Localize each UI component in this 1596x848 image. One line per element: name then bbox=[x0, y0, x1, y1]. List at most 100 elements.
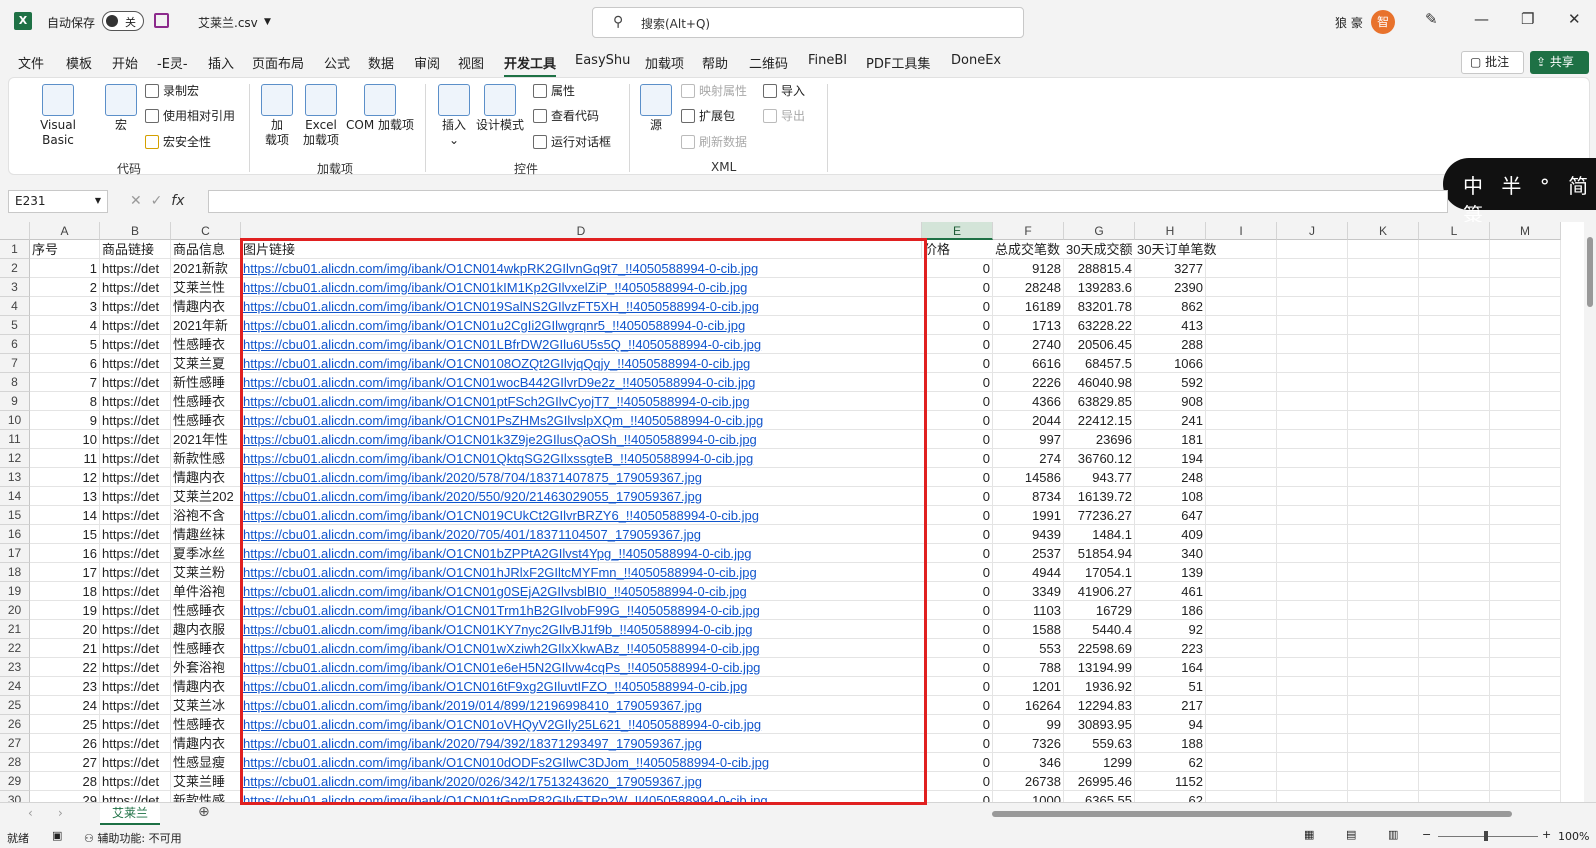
table-cell[interactable]: 862 bbox=[1135, 297, 1206, 316]
table-cell[interactable]: 62 bbox=[1135, 791, 1206, 802]
table-cell[interactable]: 16729 bbox=[1064, 601, 1135, 620]
empty-cell[interactable] bbox=[1206, 753, 1277, 772]
table-cell[interactable]: 6 bbox=[30, 354, 100, 373]
empty-cell[interactable] bbox=[1419, 316, 1490, 335]
row-header[interactable]: 6 bbox=[0, 335, 30, 354]
table-cell[interactable]: https://det bbox=[100, 392, 171, 411]
empty-cell[interactable] bbox=[1490, 468, 1561, 487]
table-cell[interactable]: 68457.5 bbox=[1064, 354, 1135, 373]
restore-icon[interactable]: ❐ bbox=[1521, 10, 1534, 28]
table-cell[interactable]: 0 bbox=[922, 487, 993, 506]
table-cell[interactable]: 1066 bbox=[1135, 354, 1206, 373]
empty-cell[interactable] bbox=[1419, 278, 1490, 297]
header-cell[interactable]: 商品链接 bbox=[100, 240, 171, 259]
row-header[interactable]: 26 bbox=[0, 715, 30, 734]
table-cell[interactable]: 0 bbox=[922, 734, 993, 753]
table-cell[interactable]: 41906.27 bbox=[1064, 582, 1135, 601]
table-cell[interactable]: 20 bbox=[30, 620, 100, 639]
table-cell[interactable]: 1103 bbox=[993, 601, 1064, 620]
empty-cell[interactable] bbox=[1206, 715, 1277, 734]
table-cell[interactable]: https://det bbox=[100, 563, 171, 582]
empty-cell[interactable] bbox=[1348, 791, 1419, 802]
empty-cell[interactable] bbox=[1277, 658, 1348, 677]
column-header-d[interactable]: D bbox=[241, 222, 922, 240]
row-header[interactable]: 16 bbox=[0, 525, 30, 544]
tab-qrcode[interactable]: 二维码 bbox=[749, 53, 788, 72]
table-cell[interactable]: 16264 bbox=[993, 696, 1064, 715]
empty-cell[interactable] bbox=[1206, 297, 1277, 316]
empty-cell[interactable] bbox=[1206, 620, 1277, 639]
empty-cell[interactable] bbox=[1277, 240, 1348, 259]
table-cell[interactable]: 30893.95 bbox=[1064, 715, 1135, 734]
empty-cell[interactable] bbox=[1419, 430, 1490, 449]
empty-cell[interactable] bbox=[1419, 639, 1490, 658]
tab-template[interactable]: 模板 bbox=[66, 53, 92, 72]
row-header[interactable]: 19 bbox=[0, 582, 30, 601]
close-icon[interactable]: ✕ bbox=[1568, 10, 1581, 28]
empty-cell[interactable] bbox=[1490, 753, 1561, 772]
table-cell[interactable]: 22412.15 bbox=[1064, 411, 1135, 430]
image-link-cell[interactable]: https://cbu01.alicdn.com/img/ibank/O1CN0… bbox=[241, 354, 922, 373]
add-sheet-icon[interactable]: ⊕ bbox=[198, 804, 210, 820]
empty-cell[interactable] bbox=[1348, 601, 1419, 620]
image-link-cell[interactable]: https://cbu01.alicdn.com/img/ibank/O1CN0… bbox=[241, 677, 922, 696]
image-link-cell[interactable]: https://cbu01.alicdn.com/img/ibank/2020/… bbox=[241, 734, 922, 753]
empty-cell[interactable] bbox=[1206, 316, 1277, 335]
table-cell[interactable]: 1991 bbox=[993, 506, 1064, 525]
table-cell[interactable]: 情趣内衣 bbox=[171, 677, 241, 696]
table-cell[interactable]: 51854.94 bbox=[1064, 544, 1135, 563]
empty-cell[interactable] bbox=[1277, 734, 1348, 753]
table-cell[interactable]: 288 bbox=[1135, 335, 1206, 354]
expansion-packs-button[interactable]: 扩展包 bbox=[681, 109, 735, 124]
table-cell[interactable]: 2 bbox=[30, 278, 100, 297]
table-cell[interactable]: 26995.46 bbox=[1064, 772, 1135, 791]
table-cell[interactable]: 94 bbox=[1135, 715, 1206, 734]
empty-cell[interactable] bbox=[1419, 620, 1490, 639]
table-cell[interactable]: 21 bbox=[30, 639, 100, 658]
table-cell[interactable]: 情趣内衣 bbox=[171, 468, 241, 487]
empty-cell[interactable] bbox=[1206, 525, 1277, 544]
table-cell[interactable]: 0 bbox=[922, 354, 993, 373]
empty-cell[interactable] bbox=[1277, 449, 1348, 468]
table-cell[interactable]: 340 bbox=[1135, 544, 1206, 563]
table-cell[interactable]: 2021年新 bbox=[171, 316, 241, 335]
tab-help[interactable]: 帮助 bbox=[702, 53, 728, 72]
empty-cell[interactable] bbox=[1348, 373, 1419, 392]
import-button[interactable]: 导入 bbox=[763, 84, 805, 99]
empty-cell[interactable] bbox=[1490, 354, 1561, 373]
table-cell[interactable]: 艾莱兰夏 bbox=[171, 354, 241, 373]
empty-cell[interactable] bbox=[1419, 392, 1490, 411]
empty-cell[interactable] bbox=[1348, 544, 1419, 563]
image-link-cell[interactable]: https://cbu01.alicdn.com/img/ibank/O1CN0… bbox=[241, 715, 922, 734]
tab-page-layout[interactable]: 页面布局 bbox=[252, 53, 304, 72]
table-cell[interactable]: 99 bbox=[993, 715, 1064, 734]
empty-cell[interactable] bbox=[1348, 297, 1419, 316]
table-cell[interactable]: 346 bbox=[993, 753, 1064, 772]
table-cell[interactable]: https://det bbox=[100, 449, 171, 468]
table-cell[interactable]: 性感睡衣 bbox=[171, 411, 241, 430]
table-cell[interactable]: 1201 bbox=[993, 677, 1064, 696]
minimize-icon[interactable]: — bbox=[1474, 10, 1489, 28]
table-cell[interactable]: 6616 bbox=[993, 354, 1064, 373]
table-cell[interactable]: 1 bbox=[30, 259, 100, 278]
empty-cell[interactable] bbox=[1419, 411, 1490, 430]
empty-cell[interactable] bbox=[1348, 487, 1419, 506]
row-header[interactable]: 21 bbox=[0, 620, 30, 639]
empty-cell[interactable] bbox=[1490, 373, 1561, 392]
header-cell[interactable]: 30天订单笔数 bbox=[1135, 240, 1216, 259]
row-header[interactable]: 28 bbox=[0, 753, 30, 772]
image-link-cell[interactable]: https://cbu01.alicdn.com/img/ibank/O1CN0… bbox=[241, 753, 922, 772]
empty-cell[interactable] bbox=[1277, 392, 1348, 411]
properties-button[interactable]: 属性 bbox=[533, 84, 575, 99]
table-cell[interactable]: 0 bbox=[922, 639, 993, 658]
empty-cell[interactable] bbox=[1277, 601, 1348, 620]
table-cell[interactable]: 性感睡衣 bbox=[171, 715, 241, 734]
table-cell[interactable]: 14586 bbox=[993, 468, 1064, 487]
table-cell[interactable]: 1000 bbox=[993, 791, 1064, 802]
table-cell[interactable]: 外套浴袍 bbox=[171, 658, 241, 677]
table-cell[interactable]: 4366 bbox=[993, 392, 1064, 411]
table-cell[interactable]: 1484.1 bbox=[1064, 525, 1135, 544]
empty-cell[interactable] bbox=[1348, 506, 1419, 525]
com-addins-button[interactable]: COM 加载项 bbox=[345, 84, 415, 133]
empty-cell[interactable] bbox=[1348, 734, 1419, 753]
